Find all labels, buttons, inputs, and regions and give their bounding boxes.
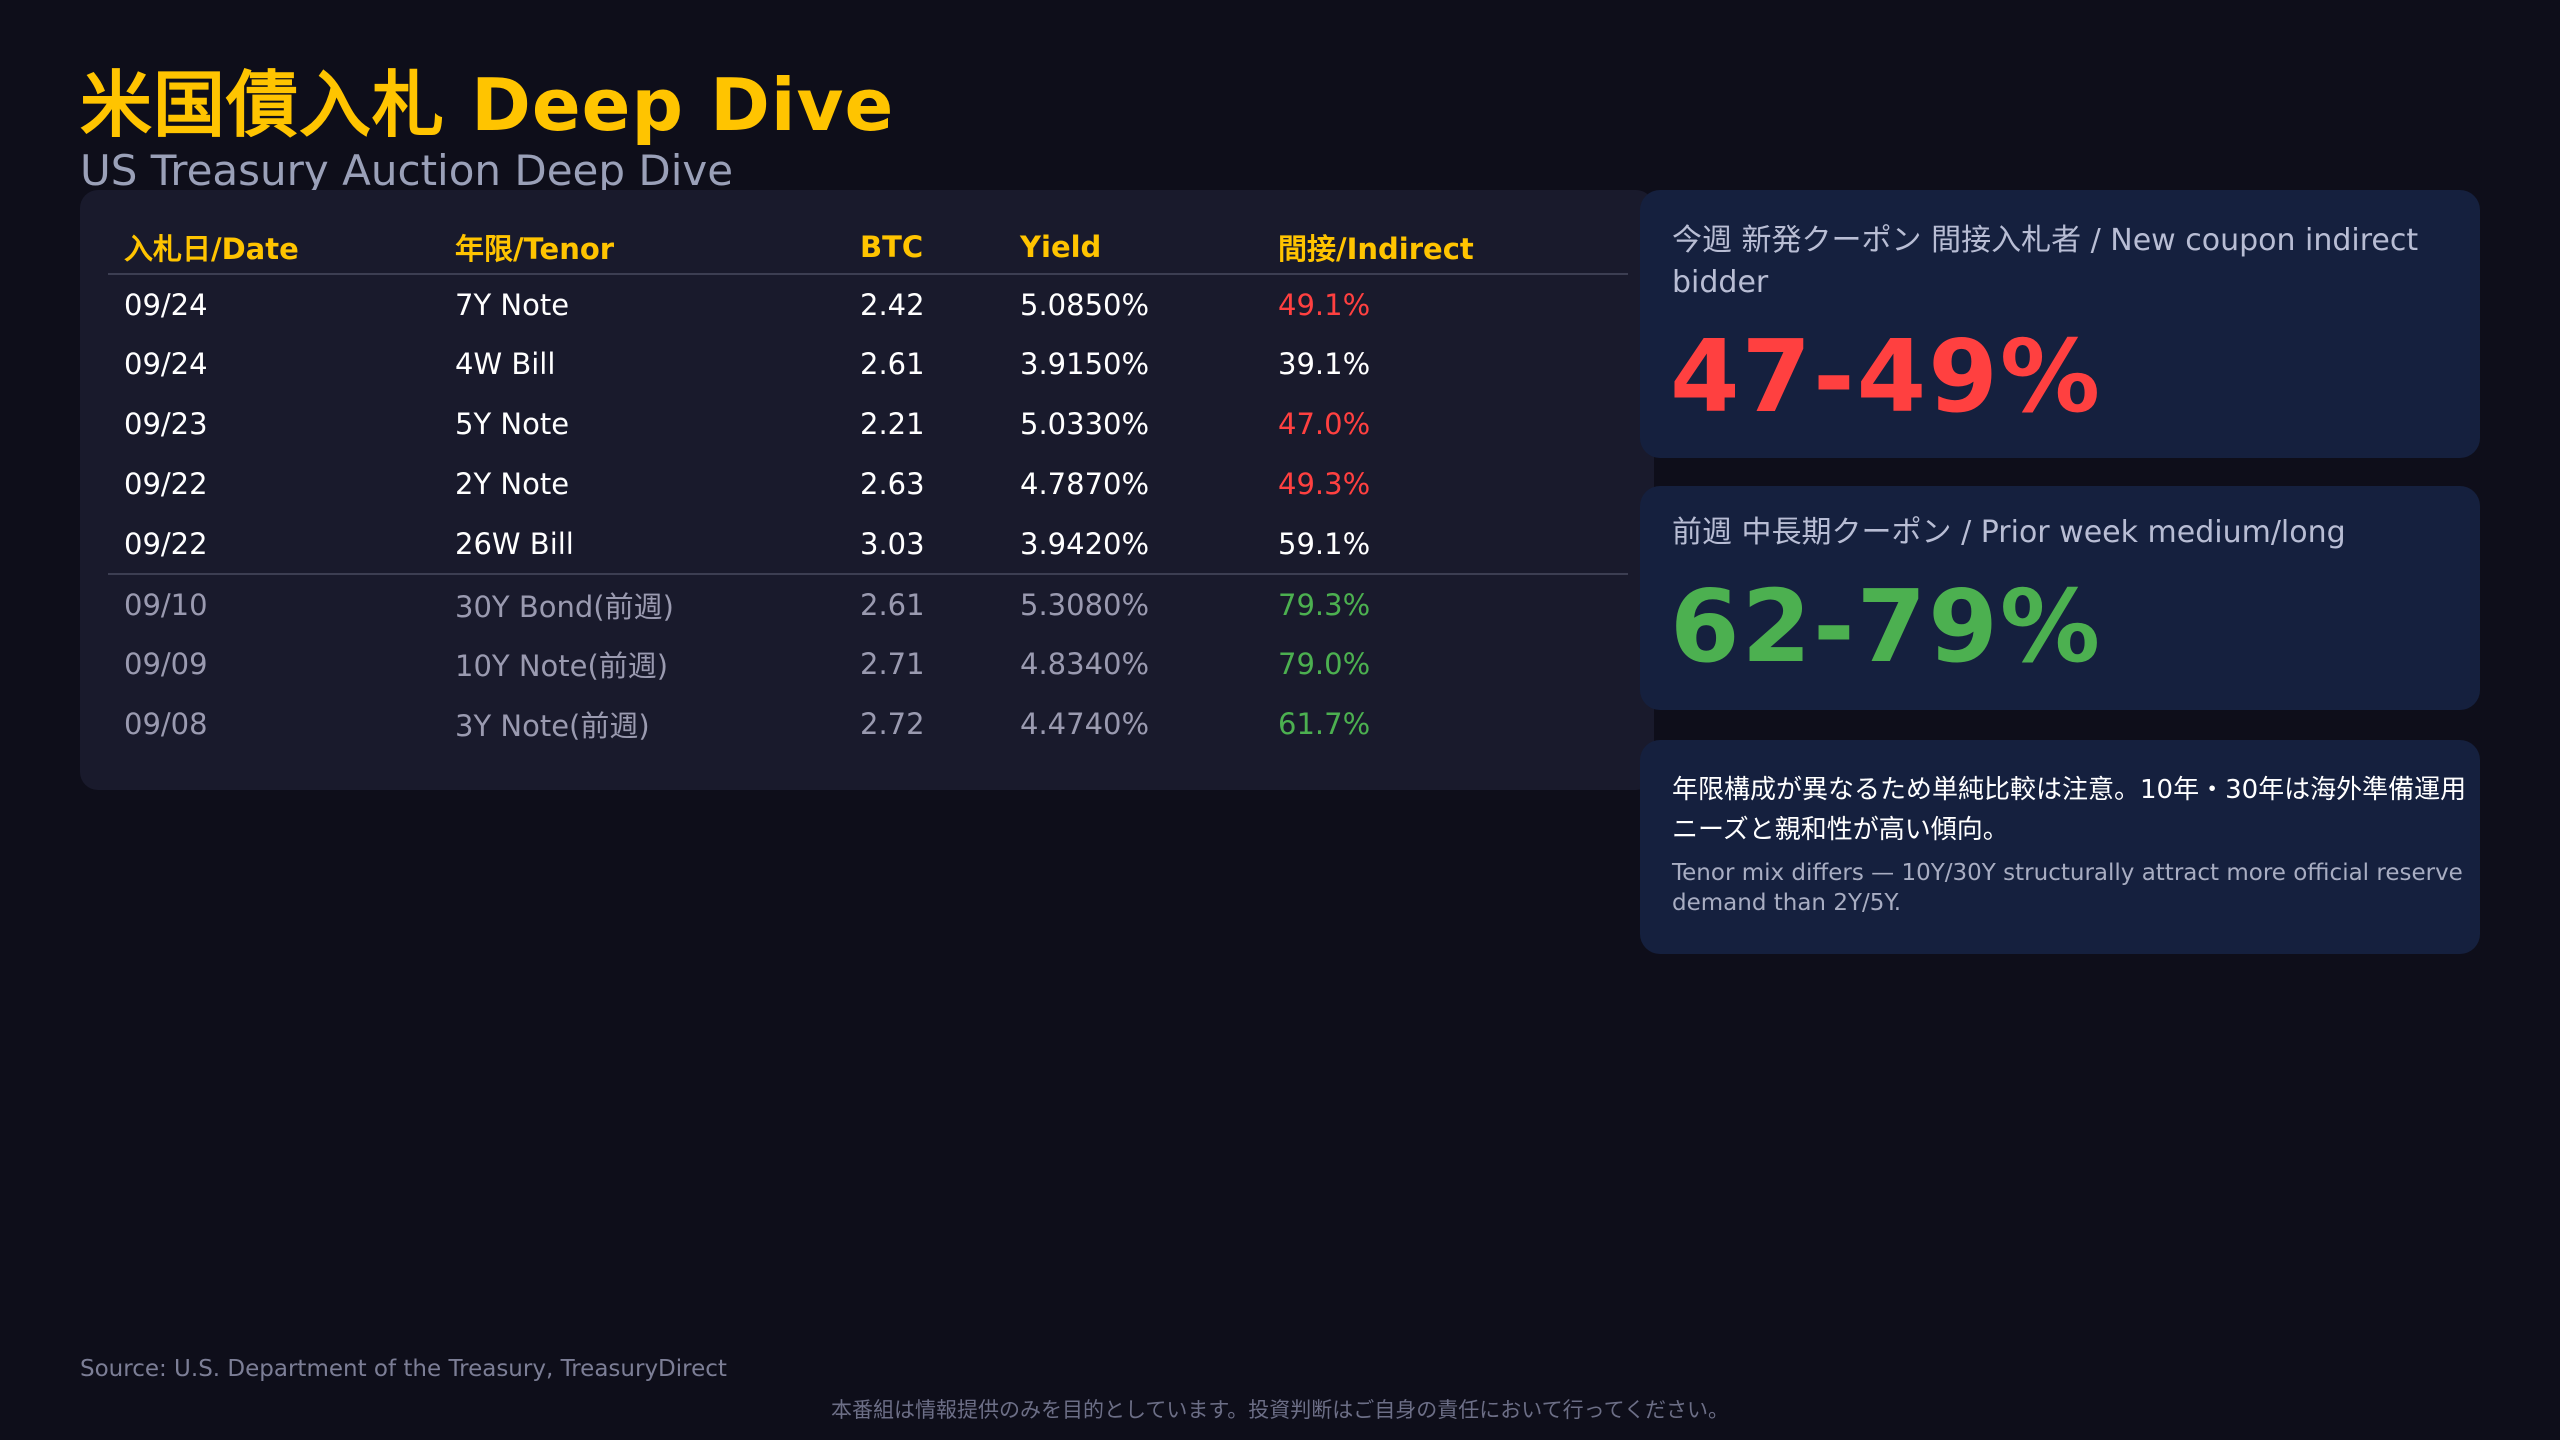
cell-tenor: 30Y Bond(前週) (439, 573, 844, 634)
page-subtitle: US Treasury Auction Deep Dive (80, 146, 734, 190)
cell-yield: 5.3080% (1004, 573, 1262, 634)
cell-date: 09/09 (124, 647, 208, 681)
cell-tenor: 26W Bill (455, 526, 574, 561)
cell-indirect: 79.3% (1262, 573, 1628, 634)
cell-indirect: 59.1% (1278, 526, 1371, 561)
table-row: 09/09 10Y Note(前週) 2.71 4.8340% 79.0% (108, 634, 1628, 694)
cell-yield: 5.0330% (1020, 407, 1150, 441)
cell-indirect: 79.0% (1278, 647, 1371, 681)
cell-btc: 2.61 (844, 573, 1004, 634)
cell-indirect: 61.7% (1278, 707, 1371, 741)
cell-btc: 2.42 (860, 287, 925, 322)
current-indirect-label: 今週 新発クーポン 間接入札者 / New coupon indirect bi… (1672, 223, 2419, 300)
auction-table: 入札日/Date 年限/Tenor BTC Yield 間接/Indirect … (108, 220, 1628, 754)
prior-indirect-card: 前週 中長期クーポン / Prior week medium/long 62-7… (1640, 486, 2480, 710)
table-header-row: 入札日/Date 年限/Tenor BTC Yield 間接/Indirect (108, 220, 1628, 275)
table-row: 09/23 5Y Note 2.21 5.0330% 47.0% (108, 394, 1628, 454)
cell-yield: 4.7870% (1020, 467, 1150, 501)
cell-indirect: 49.3% (1278, 467, 1371, 501)
cell-date: 09/23 (124, 407, 208, 441)
cell-date: 09/08 (124, 707, 208, 741)
note-english: Tenor mix differs — 10Y/30Y structurally… (1672, 860, 2463, 916)
cell-date: 09/24 (124, 287, 208, 322)
cell-btc: 2.72 (860, 707, 925, 741)
cell-yield: 5.0850% (1020, 287, 1150, 322)
cell-btc: 2.63 (860, 467, 925, 501)
cell-indirect: 47.0% (1278, 407, 1371, 441)
current-indirect-card: 今週 新発クーポン 間接入札者 / New coupon indirect bi… (1640, 190, 2480, 458)
note-card: 年限構成が異なるため単純比較は注意。10年・30年は海外準備運用ニーズと親和性が… (1640, 740, 2480, 954)
table-row: 09/22 2Y Note 2.63 4.7870% 49.3% (108, 454, 1628, 514)
cell-indirect: 39.1% (1278, 347, 1371, 381)
current-indirect-value: 47-49% (1670, 318, 2103, 435)
column-header-tenor: 年限/Tenor (439, 220, 844, 275)
prior-indirect-value: 62-79% (1670, 568, 2103, 685)
disclaimer-text: 本番組は情報提供のみを目的としています。投資判断はご自身の責任において行ってくだ… (831, 1398, 1729, 1422)
table-row: 09/08 3Y Note(前週) 2.72 4.4740% 61.7% (108, 694, 1628, 754)
cell-date: 09/24 (124, 347, 208, 381)
cell-btc: 2.71 (860, 647, 925, 681)
cell-date: 09/22 (124, 467, 208, 501)
table-row: 09/10 30Y Bond(前週) 2.61 5.3080% 79.3% (108, 573, 1628, 634)
cell-yield: 4.8340% (1020, 647, 1150, 681)
column-header-indirect: 間接/Indirect (1262, 220, 1628, 275)
cell-tenor: 7Y Note (455, 287, 570, 322)
cell-tenor: 2Y Note (455, 467, 570, 501)
auction-table-card: 入札日/Date 年限/Tenor BTC Yield 間接/Indirect … (80, 190, 1654, 790)
column-header-date: 入札日/Date (108, 220, 439, 275)
cell-yield: 3.9150% (1020, 347, 1150, 381)
cell-date: 09/10 (108, 573, 439, 634)
cell-date: 09/22 (124, 526, 208, 561)
cell-btc: 2.61 (860, 347, 925, 381)
source-text: Source: U.S. Department of the Treasury,… (80, 1356, 727, 1382)
cell-yield: 3.9420% (1020, 526, 1150, 561)
table-row: 09/22 26W Bill 3.03 3.9420% 59.1% (108, 514, 1628, 574)
note-japanese: 年限構成が異なるため単純比較は注意。10年・30年は海外準備運用ニーズと親和性が… (1672, 775, 2467, 845)
cell-tenor: 5Y Note (455, 407, 570, 441)
table-row: 09/24 4W Bill 2.61 3.9150% 39.1% (108, 334, 1628, 394)
column-header-yield: Yield (1004, 220, 1262, 275)
page-title: 米国債入札 Deep Dive (80, 63, 895, 147)
column-header-btc: BTC (844, 220, 1004, 275)
slide: 米国債入札 Deep Dive US Treasury Auction Deep… (0, 0, 2560, 1440)
cell-indirect: 49.1% (1278, 287, 1371, 322)
cell-btc: 2.21 (860, 407, 925, 441)
table-row: 09/24 7Y Note 2.42 5.0850% 49.1% (108, 274, 1628, 334)
cell-tenor: 10Y Note(前週) (455, 649, 669, 683)
cell-yield: 4.4740% (1020, 707, 1150, 741)
cell-tenor: 3Y Note(前週) (455, 709, 650, 743)
prior-indirect-label: 前週 中長期クーポン / Prior week medium/long (1672, 515, 2346, 550)
cell-btc: 3.03 (860, 526, 925, 561)
cell-tenor: 4W Bill (455, 347, 556, 381)
